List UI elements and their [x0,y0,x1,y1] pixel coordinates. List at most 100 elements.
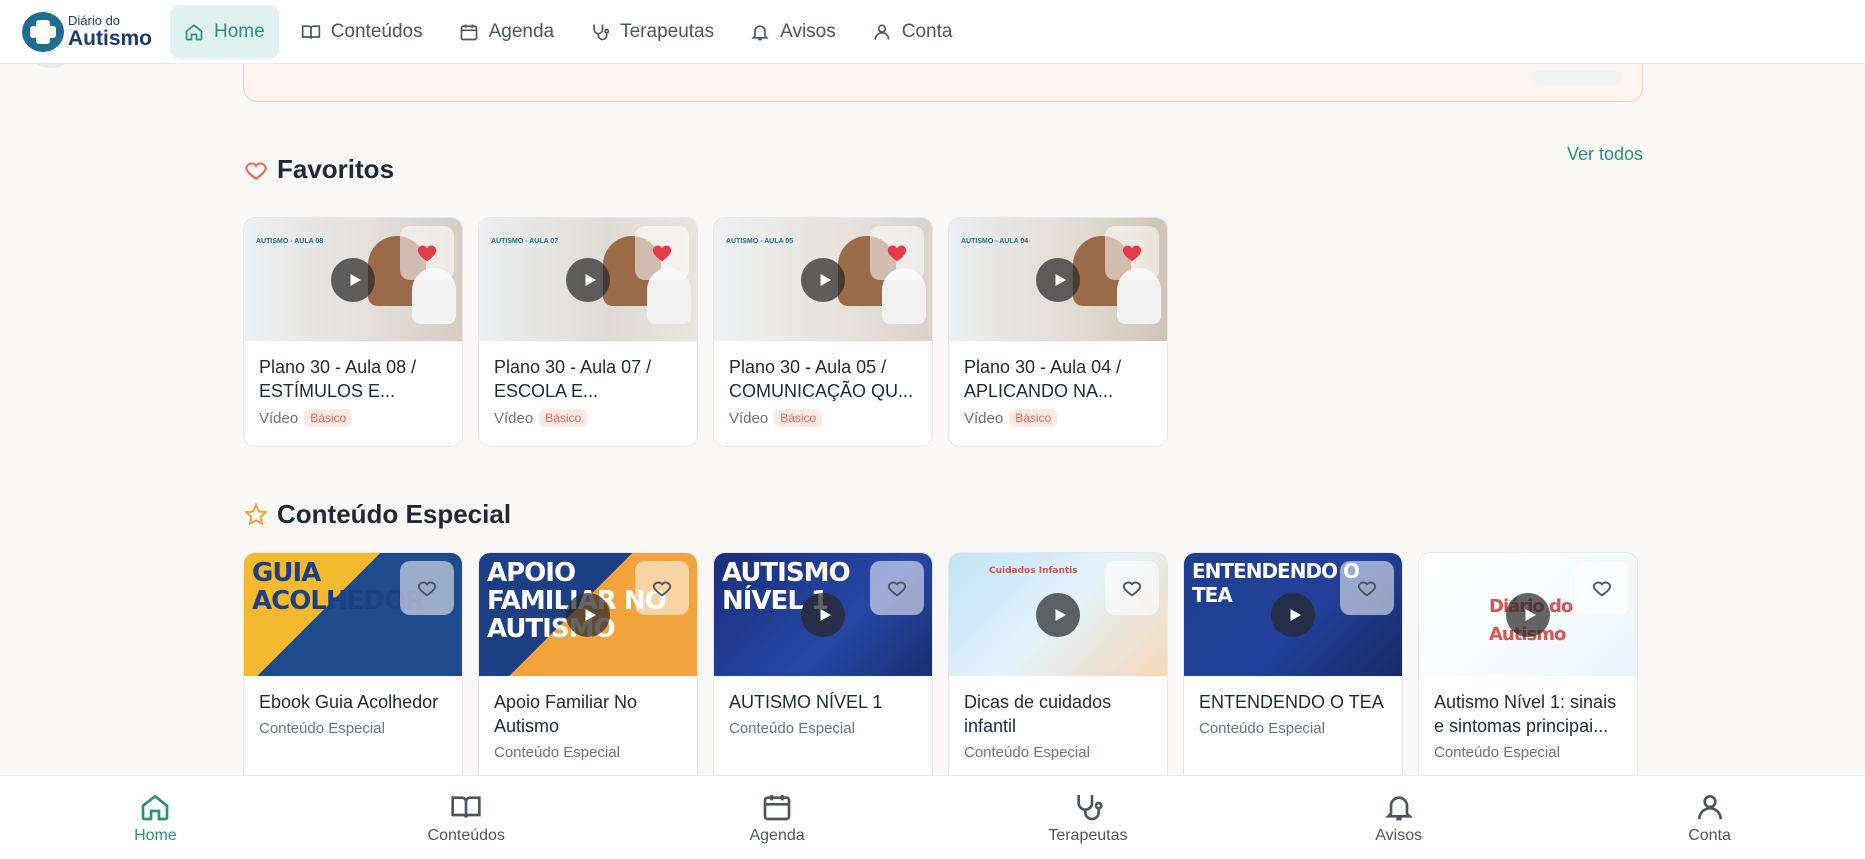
top-nav-agenda-label: Agenda [488,20,555,42]
user-icon [874,24,890,40]
card-category: Conteúdo Especial [259,720,385,737]
special-content-card[interactable]: GUIA ACOLHEDOR Ebook Guia Acolhedor Cont… [243,552,463,792]
home-icon [142,794,169,820]
top-nav-avisos-label: Avisos [780,20,836,42]
play-button[interactable] [566,257,610,302]
alert-card-button[interactable] [1532,71,1622,85]
bottom-navbar: Home Conteúdos Agenda Terapeutas Avisos … [0,775,1865,859]
heart-outline-icon [245,161,267,180]
bottom-nav-conteudos[interactable]: Conteúdos [311,776,622,859]
play-button[interactable] [331,257,375,302]
logo-icon [22,11,64,52]
stethoscope-icon [1077,794,1103,820]
play-button[interactable] [801,592,845,637]
card-type: Vídeo [259,409,299,427]
brand-logo[interactable]: Diário do Autismo [22,11,162,52]
top-nav-conteudos-label: Conteúdos [330,20,423,42]
special-content-card[interactable]: ENTENDENDO O TEA ENTENDENDO O TEA Conteú… [1183,552,1403,792]
bottom-nav-avisos-label: Avisos [1375,826,1423,844]
top-nav-home[interactable]: Home [170,4,279,59]
bottom-nav-agenda-label: Agenda [749,826,805,844]
calendar-icon [763,794,791,820]
plan-badge: Básico [539,409,588,427]
heart-filled-icon [1122,245,1142,262]
play-icon [350,273,361,286]
card-title: AUTISMO NÍVEL 1 [729,692,883,712]
card-category: Conteúdo Especial [964,744,1090,761]
favorite-toggle[interactable] [1105,561,1159,615]
bottom-nav-home-label: Home [134,826,177,844]
card-type: Vídeo [729,409,769,427]
favorite-card[interactable]: AUTISMO - AULA 05 Plano 30 - Aula 05 / C… [713,217,933,447]
user-icon [1697,794,1722,819]
star-icon [244,502,268,526]
favorite-card[interactable]: AUTISMO - AULA 07 Plano 30 - Aula 07 / E… [478,217,698,447]
special-content-card[interactable]: Cuidados Infantis Dicas de cuidados infa… [948,552,1168,792]
card-category: Conteúdo Especial [1434,744,1560,761]
favorite-toggle[interactable] [1105,226,1159,280]
brand-line1: Diário do [68,13,121,28]
special-content-card[interactable]: Diário do Autismo Autismo Nível 1: sinai… [1418,552,1638,792]
special-content-title: Conteúdo Especial [277,499,512,529]
stethoscope-icon [593,24,610,40]
heart-filled-icon [887,245,907,262]
play-button[interactable] [1271,592,1315,637]
card-title: Apoio Familiar No Autismo [494,692,638,736]
card-title: Autismo Nível 1: sinais e sintomas princ… [1434,692,1617,736]
play-button[interactable] [801,257,845,302]
card-category: Conteúdo Especial [1199,720,1325,737]
favorite-toggle[interactable] [635,226,689,280]
bottom-nav-home[interactable]: Home [0,776,311,859]
bottom-nav-conta[interactable]: Conta [1554,776,1865,859]
top-nav-conta-label: Conta [901,20,953,42]
top-nav-conteudos[interactable]: Conteúdos [287,5,437,59]
top-nav-terapeutas-label: Terapeutas [620,20,715,42]
card-type: Vídeo [494,409,534,427]
heart-outline-icon [1592,581,1612,597]
favorite-card[interactable]: AUTISMO - AULA 08 Plano 30 - Aula 08 / E… [243,217,463,447]
favorite-toggle[interactable] [400,226,454,280]
favorite-toggle[interactable] [635,561,689,615]
bottom-nav-terapeutas-label: Terapeutas [1048,826,1128,844]
content-thumbnail: AUTISMO NÍVEL 1 [714,553,932,676]
play-button[interactable] [566,592,610,637]
bell-icon [1384,795,1413,820]
bottom-nav-avisos[interactable]: Avisos [1243,776,1554,859]
card-title: Plano 30 - Aula 08 / ESTÍMULOS E... [259,357,417,401]
content-thumbnail: Diário do Autismo [1419,553,1637,676]
play-button[interactable] [1036,592,1080,637]
favorite-toggle[interactable] [400,561,454,615]
calendar-icon [460,24,477,40]
favorite-toggle[interactable] [870,561,924,615]
top-nav-terapeutas[interactable]: Terapeutas [576,5,728,59]
favorite-toggle[interactable] [1575,561,1629,615]
top-nav-avisos[interactable]: Avisos [736,5,850,59]
top-nav-agenda[interactable]: Agenda [445,5,569,59]
video-thumbnail: AUTISMO - AULA 07 [479,218,697,341]
bottom-nav-terapeutas[interactable]: Terapeutas [932,776,1243,859]
top-nav-conta[interactable]: Conta [858,5,967,59]
play-icon [1290,608,1301,621]
play-icon [585,273,596,286]
bottom-nav-conteudos-label: Conteúdos [427,826,505,844]
card-title: Ebook Guia Acolhedor [259,692,439,712]
heart-outline-icon [887,581,907,597]
favorite-toggle[interactable] [1340,561,1394,615]
see-all-link[interactable]: Ver todos [1567,144,1643,165]
special-content-header: Conteúdo Especial [243,499,511,530]
play-button[interactable] [1506,592,1550,637]
thumbnail-label: AUTISMO - AULA 07 [491,238,559,245]
special-content-card[interactable]: AUTISMO NÍVEL 1 AUTISMO NÍVEL 1 Conteúdo… [713,552,933,792]
special-content-card[interactable]: APOIO FAMILIAR NO AUTISMO Apoio Familiar… [478,552,698,792]
favorite-toggle[interactable] [870,226,924,280]
video-thumbnail: AUTISMO - AULA 08 [244,218,462,341]
top-navbar: Diário do Autismo Home Conteúdos Agenda … [0,0,1865,64]
bell-icon [751,24,769,40]
brand-line2: Autismo [68,27,152,50]
card-title: Plano 30 - Aula 04 / APLICANDO NA... [964,357,1122,401]
play-button[interactable] [1036,257,1080,302]
bottom-nav-agenda[interactable]: Agenda [622,776,933,859]
content-thumbnail: Cuidados Infantis [949,553,1167,676]
thumbnail-label: AUTISMO - AULA 04 [961,238,1029,245]
favorite-card[interactable]: AUTISMO - AULA 04 Plano 30 - Aula 04 / A… [948,217,1168,447]
